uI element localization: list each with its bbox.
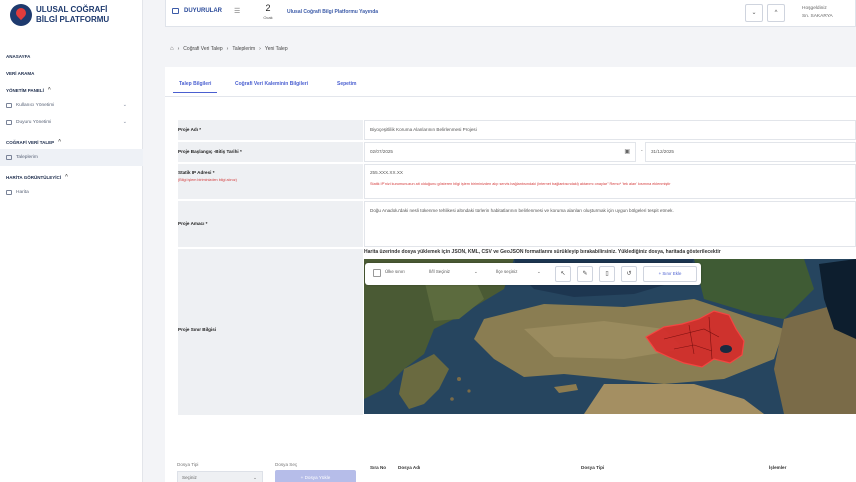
chevron-up-icon: ^ <box>65 174 68 180</box>
project-date-label: Proje Başlangıç -Bitiş Tarihi * <box>178 142 363 162</box>
menu-icon[interactable]: ☰ <box>234 7 240 15</box>
sidebar-nav: ANASAYFA VERİ ARAMA YÖNETİM PANELİ ^ Kul… <box>0 50 143 201</box>
home-icon[interactable]: ⌂ <box>170 46 174 52</box>
country-border-checkbox[interactable] <box>373 269 381 277</box>
announcement-date-month: Ocak <box>263 15 273 20</box>
col-dosya-tipi: Dosya Tipi <box>581 465 605 470</box>
delete-button[interactable]: ▯ <box>599 266 615 282</box>
welcome-text: Hoşgeldiniz <box>802 6 827 11</box>
chevron-down-icon: ⌄ <box>122 119 127 125</box>
nav-veri-arama[interactable]: VERİ ARAMA <box>0 67 143 80</box>
nav-anasayfa[interactable]: ANASAYFA <box>0 50 143 63</box>
undo-icon: ↺ <box>626 271 632 277</box>
map-toolbar: Ülke sınırı İl/İl Seçiniz ⌄ İlçe seçiniz… <box>365 263 701 285</box>
breadcrumb: ⌂ › Coğrafi Veri Talep › Taleplerim › Ye… <box>170 46 288 52</box>
request-form-card: Talep Bilgileri Coğrafi Veri Kaleminin B… <box>165 67 856 482</box>
folder-icon <box>6 190 12 195</box>
chevron-down-icon: ⌄ <box>253 475 257 480</box>
tab-sepetim[interactable]: Sepetim <box>337 81 356 87</box>
file-upload-button[interactable]: + Dosya Yükle <box>275 470 356 482</box>
chevron-down-icon: ⌄ <box>751 10 757 16</box>
announcement-ticker[interactable]: Ulusal Coğrafi Bilgi Platformu Yayında <box>287 9 378 15</box>
start-date-input[interactable]: 02/07/2025 ▣ <box>364 142 636 162</box>
announcements-label[interactable]: DUYURULAR <box>184 8 222 14</box>
file-type-select[interactable]: Seçiniz ⌄ <box>177 471 263 482</box>
tab-talep-bilgileri[interactable]: Talep Bilgileri <box>172 81 218 93</box>
static-ip-label: Statik IP Adresi * (Bilgi işlem birimini… <box>178 164 363 199</box>
file-select-label: Dosya Seç <box>275 462 298 467</box>
announcement-next-button[interactable]: ⌄ <box>745 4 763 22</box>
district-select[interactable]: İlçe seçiniz ⌄ <box>496 269 551 274</box>
static-ip-value: 255.XXX.XX.XX <box>370 170 403 175</box>
nav-yonetim-paneli[interactable]: YÖNETİM PANELİ ^ <box>0 84 143 97</box>
announcement-date-day: 2 <box>265 3 271 13</box>
cursor-icon: ↖ <box>560 271 566 277</box>
undo-button[interactable]: ↺ <box>621 266 637 282</box>
announcement-prev-button[interactable]: ^ <box>767 4 785 22</box>
chevron-down-icon: ⌄ <box>537 269 541 274</box>
announcement-icon <box>172 8 179 14</box>
col-sira-no: Sıra No <box>370 465 387 470</box>
project-name-input[interactable]: Biyoçeşitlilik Koruma Alanlarının Belirl… <box>364 120 856 140</box>
col-dosya-adi: Dosya Adı <box>398 465 421 470</box>
chevron-down-icon: ⌄ <box>122 102 127 108</box>
draw-button[interactable]: ✎ <box>577 266 593 282</box>
breadcrumb-item-current: Yeni Talep <box>264 46 288 52</box>
trash-icon: ▯ <box>605 271 609 277</box>
nav-harita-goruntuleyici[interactable]: HARİTA GÖRÜNTÜLEYİCİ ^ <box>0 171 143 184</box>
end-date-input[interactable]: 31/12/2025 <box>645 142 856 162</box>
brand-logo[interactable]: ULUSAL COĞRAFİ BİLGİ PLATFORMU <box>10 4 109 26</box>
country-border-label: Ülke sınırı <box>385 269 405 274</box>
sidebar-item-taleplerim[interactable]: Taleplerim <box>0 149 143 166</box>
tab-veri-kalemi-bilgileri[interactable]: Coğrafi Veri Kaleminin Bilgileri <box>235 81 308 87</box>
date-separator: - <box>641 148 643 154</box>
breadcrumb-item[interactable]: Taleplerim <box>232 46 255 52</box>
chevron-up-icon: ^ <box>774 10 778 16</box>
chevron-up-icon: ^ <box>58 139 62 145</box>
static-ip-warning: Statik IP'nizi kurumunuzun ait olduğunu … <box>370 182 671 186</box>
project-purpose-textarea[interactable]: Doğu Anadolu'daki nesli tükenme tehlikes… <box>364 201 856 247</box>
breadcrumb-item[interactable]: Coğrafi Veri Talep <box>183 46 222 52</box>
brand-line1: ULUSAL COĞRAFİ <box>36 5 108 14</box>
sidebar-item-kullanici-yonetimi[interactable]: Kullanıcı Yönetimi ⌄ <box>0 97 143 114</box>
project-boundary-label: Proje Sınır Bilgisi <box>178 249 363 415</box>
brand-line2: BİLGİ PLATFORMU <box>36 15 110 24</box>
file-type-label: Dosya Tipi <box>177 462 199 467</box>
static-ip-hint: (Bilgi işlem biriminizden bilgi alınız) <box>178 178 237 182</box>
chevron-down-icon: ⌄ <box>474 269 478 274</box>
user-name: Sn. SAKARYA <box>802 14 833 19</box>
megaphone-icon <box>6 120 12 125</box>
static-ip-field[interactable]: 255.XXX.XX.XX Statik IP'nizi kurumunuzun… <box>364 164 856 199</box>
user-welcome[interactable]: Hoşgeldiniz Sn. SAKARYA <box>802 5 833 21</box>
folder-icon <box>6 155 12 160</box>
tab-bar: Talep Bilgileri Coğrafi Veri Kaleminin B… <box>165 67 856 97</box>
nav-cografi-veri-talep[interactable]: COĞRAFİ VERİ TALEP ^ <box>0 136 143 149</box>
users-icon <box>6 103 12 108</box>
calendar-icon[interactable]: ▣ <box>624 143 630 161</box>
sidebar-item-duyuru-yonetimi[interactable]: Duyuru Yönetimi ⌄ <box>0 114 143 131</box>
sidebar: ULUSAL COĞRAFİ BİLGİ PLATFORMU ANASAYFA … <box>0 0 143 482</box>
map-pin-logo-icon <box>10 4 32 26</box>
province-select[interactable]: İl/İl Seçiniz ⌄ <box>429 269 484 274</box>
top-bar: DUYURULAR ☰ 2 Ocak Ulusal Coğrafi Bilgi … <box>165 0 856 27</box>
add-boundary-button[interactable]: + Sınır Ekle <box>643 266 697 282</box>
sidebar-item-harita[interactable]: Harita <box>0 184 143 201</box>
map-upload-instruction: Harita üzerinde dosya yüklemek için JSON… <box>364 249 721 255</box>
pencil-icon: ✎ <box>582 271 588 277</box>
chevron-up-icon: ^ <box>47 87 51 93</box>
project-purpose-label: Proje Amacı * <box>178 201 363 247</box>
select-cursor-button[interactable]: ↖ <box>555 266 571 282</box>
project-name-label: Proje Adı * <box>178 120 363 140</box>
col-islemler: İşlemler <box>769 465 787 470</box>
